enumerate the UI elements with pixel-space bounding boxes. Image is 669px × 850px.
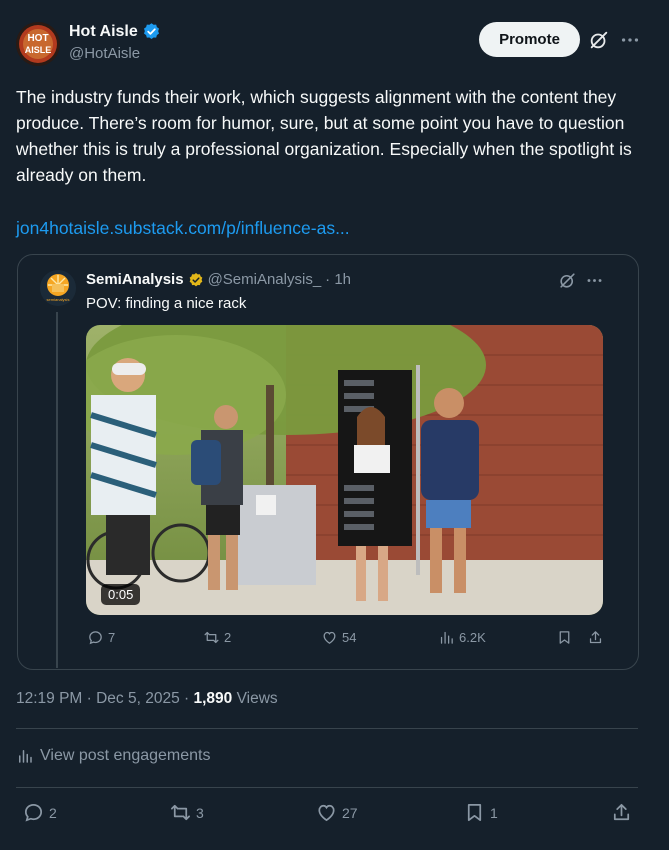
repost-icon <box>204 631 219 644</box>
thread-line <box>56 312 58 668</box>
views-count: 1,890 <box>193 690 233 707</box>
share-icon <box>613 803 630 821</box>
post-text: The industry funds their work, which sug… <box>16 87 632 185</box>
post-meta: 12:19 PM · Dec 5, 2025 · 1,890 Views <box>16 690 278 708</box>
quoted-handle[interactable]: @SemiAnalysis_ <box>208 271 322 288</box>
like-action[interactable]: 27 <box>315 801 358 824</box>
views-label: Views <box>232 690 278 707</box>
bookmark-icon <box>467 803 482 822</box>
svg-text:semianalysis: semianalysis <box>47 297 70 302</box>
view-engagements-link[interactable]: View post engagements <box>16 747 210 765</box>
share-icon <box>589 631 602 644</box>
bookmark-action[interactable]: 1 <box>463 801 498 824</box>
quoted-like-action[interactable]: 54 <box>321 629 356 646</box>
semianalysis-logo: semianalysis <box>40 270 76 306</box>
author-name-row: Hot Aisle <box>69 22 161 41</box>
author-display-name[interactable]: Hot Aisle <box>69 23 138 41</box>
video-player[interactable] <box>86 325 603 615</box>
views-icon <box>440 631 453 644</box>
quoted-repost-count: 2 <box>224 630 232 645</box>
hot-aisle-logo: HOT AISLE <box>16 22 60 66</box>
analytics-icon <box>19 750 32 763</box>
quoted-author-avatar[interactable]: semianalysis <box>40 270 76 306</box>
share-action[interactable] <box>610 801 633 824</box>
verified-gold-badge-icon <box>189 272 202 286</box>
quoted-repost-action[interactable]: 2 <box>203 629 231 646</box>
reply-count: 2 <box>49 804 57 821</box>
post-timestamp[interactable]: 12:19 PM · Dec 5, 2025 · <box>16 690 193 707</box>
svg-text:HOT: HOT <box>27 33 48 44</box>
grok-icon[interactable] <box>588 29 610 51</box>
bookmark-count: 1 <box>490 804 498 821</box>
post-detail: HOT AISLE Hot Aisle @HotAisle Promote Th… <box>0 0 669 850</box>
video-thumbnail <box>86 325 603 615</box>
quoted-more-icon[interactable] <box>585 271 604 290</box>
bookmark-icon <box>559 631 570 644</box>
quoted-grok-icon[interactable] <box>558 271 577 290</box>
heart-icon <box>323 631 336 644</box>
quoted-share-action[interactable] <box>587 629 604 646</box>
quoted-display-name[interactable]: SemiAnalysis <box>86 271 184 288</box>
like-count: 27 <box>342 804 358 821</box>
quoted-reply-count: 7 <box>108 630 116 645</box>
engagements-label: View post engagements <box>40 747 211 764</box>
repost-count: 3 <box>196 804 204 821</box>
verified-badge-icon <box>143 23 159 40</box>
promote-button[interactable]: Promote <box>479 22 580 57</box>
repost-action[interactable]: 3 <box>169 801 204 824</box>
heart-icon <box>318 804 335 822</box>
reply-icon <box>24 803 43 822</box>
quoted-bookmark-action[interactable] <box>556 629 573 646</box>
quoted-text: POV: finding a nice rack <box>86 295 247 312</box>
reply-icon <box>89 631 102 645</box>
post-link[interactable]: jon4hotaisle.substack.com/p/influence-as… <box>16 215 350 241</box>
repost-icon <box>171 804 190 821</box>
reply-action[interactable]: 2 <box>22 801 57 824</box>
divider <box>16 728 638 729</box>
quoted-time[interactable]: · 1h <box>325 271 351 288</box>
quoted-reply-action[interactable]: 7 <box>87 629 115 646</box>
quoted-views-count: 6.2K <box>459 630 486 645</box>
svg-text:AISLE: AISLE <box>25 45 52 55</box>
quoted-views-action[interactable]: 6.2K <box>438 629 486 646</box>
author-handle[interactable]: @HotAisle <box>69 45 140 62</box>
more-options-icon[interactable] <box>619 29 641 51</box>
author-avatar[interactable]: HOT AISLE <box>16 22 60 66</box>
video-duration: 0:05 <box>101 584 141 605</box>
quoted-like-count: 54 <box>342 630 357 645</box>
quoted-author-row: SemiAnalysis @SemiAnalysis_ · 1h <box>86 271 351 288</box>
divider <box>16 787 638 788</box>
